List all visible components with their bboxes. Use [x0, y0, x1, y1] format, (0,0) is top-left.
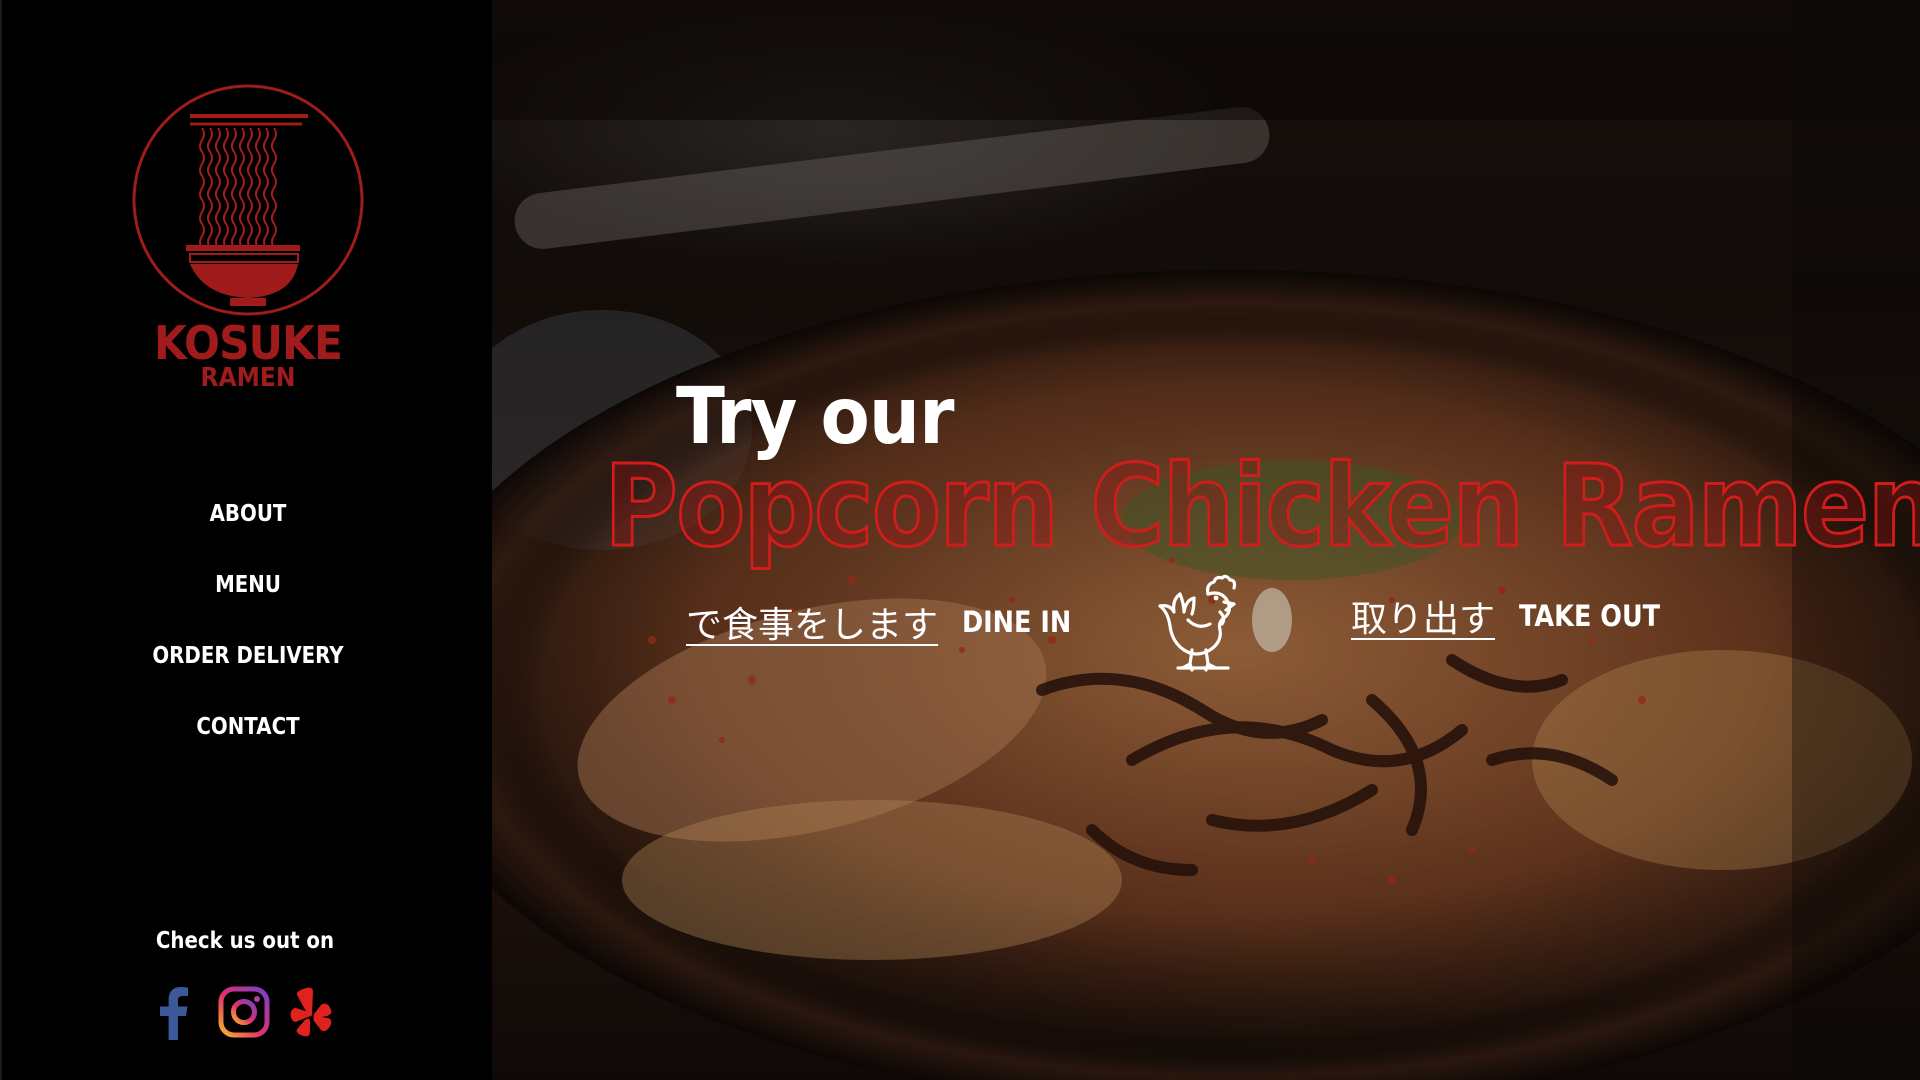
main-nav: ABOUT MENU ORDER DELIVERY CONTACT: [2, 496, 494, 780]
facebook-icon[interactable]: [154, 986, 192, 1040]
yelp-icon[interactable]: [288, 986, 334, 1038]
nav-item-about[interactable]: ABOUT: [36, 496, 459, 567]
hero-section: Try our Popcorn Chicken Ramen で食事をします DIN…: [492, 0, 1920, 1080]
nav-item-contact[interactable]: CONTACT: [36, 709, 459, 780]
take-out-link[interactable]: 取り出す TAKE OUT: [1351, 590, 1679, 642]
brand-logo[interactable]: KOSUKE RAMEN: [130, 82, 366, 402]
take-out-jp-label: 取り出す: [1351, 599, 1496, 640]
hero-headline: Popcorn Chicken Ramen: [603, 441, 1920, 574]
brand-name: KOSUKE: [154, 316, 343, 370]
nav-item-menu[interactable]: MENU: [36, 567, 459, 638]
ramen-bowl-chopsticks-icon: [132, 84, 364, 316]
take-out-label: TAKE OUT: [1519, 599, 1661, 633]
nav-item-order-delivery[interactable]: ORDER DELIVERY: [36, 638, 459, 709]
rooster-icon: [1158, 574, 1237, 672]
dine-in-link[interactable]: で食事をします DINE IN: [686, 596, 1086, 648]
dine-in-label: DINE IN: [962, 605, 1072, 639]
sidebar: KOSUKE RAMEN ABOUT MENU ORDER DELIVERY C…: [0, 0, 492, 1080]
instagram-icon[interactable]: [218, 986, 270, 1038]
brand-subtitle: RAMEN: [200, 363, 296, 393]
page: KOSUKE RAMEN ABOUT MENU ORDER DELIVERY C…: [0, 0, 1920, 1080]
dine-in-jp-label: で食事をします: [686, 605, 939, 646]
social-label: Check us out on: [155, 928, 335, 954]
